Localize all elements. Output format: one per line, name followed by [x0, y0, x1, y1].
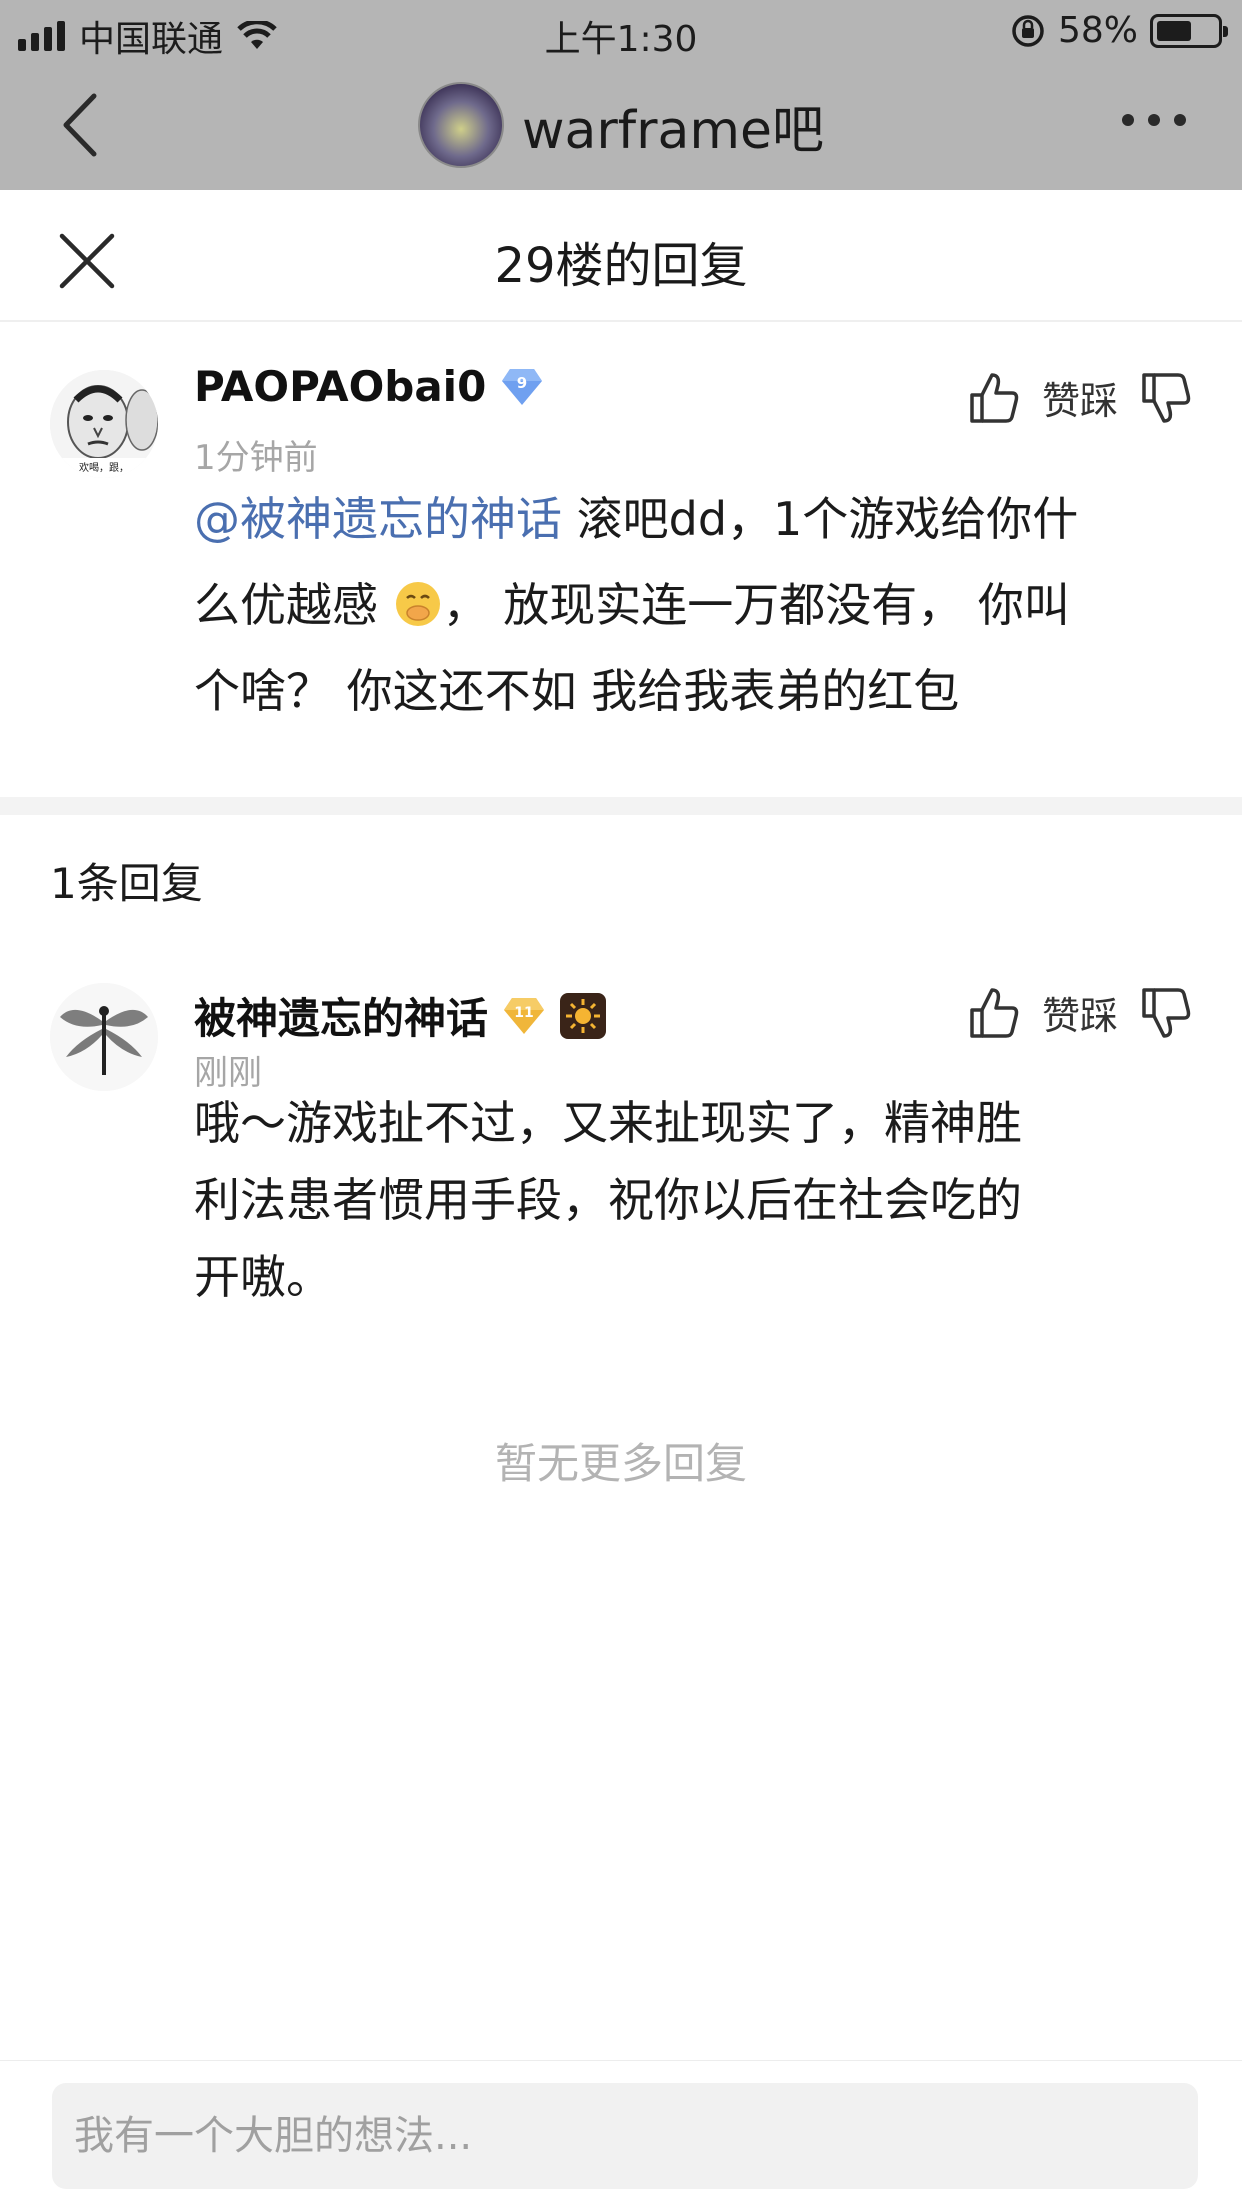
rotation-lock-icon [1012, 14, 1044, 47]
vote-actions: 赞踩 [968, 985, 1192, 1040]
status-bar: 中国联通 上午1:30 58% [0, 0, 1242, 62]
status-right: 58% [1010, 10, 1228, 51]
reply-content-line-2: 利法患者惯用手段，祝你以后在社会吃的 [194, 1173, 1022, 1227]
meme-face-icon: 欢喝，跟， [50, 370, 158, 478]
svg-text:11: 11 [514, 1005, 533, 1021]
vote-label: 赞踩 [1041, 994, 1118, 1038]
mention-link[interactable]: @被神遗忘的神话 [194, 492, 562, 546]
sheet-header: 29楼的回复 [0, 190, 1242, 322]
forum-title: warframe吧 [522, 100, 824, 161]
post-content: @被神遗忘的神话 滚吧dd，1个游戏给你什 么优越感 ， 放现实连一万都没有， … [194, 356, 1192, 734]
post-content-line-3: 个啥？ 你这还不如 我给我表弟的红包 [194, 664, 960, 718]
avatar[interactable] [50, 983, 158, 1091]
battery-fill [1157, 20, 1191, 41]
avatar[interactable]: 欢喝，跟， [50, 370, 158, 478]
post-content-line-2: 么优越感 ， 放现实连一万都没有， 你叫 [194, 578, 1070, 632]
bottom-bar [0, 2060, 1242, 2208]
more-options-icon[interactable] [1122, 114, 1186, 126]
post-content-line-1: @被神遗忘的神话 滚吧dd，1个游戏给你什 [194, 492, 1079, 546]
section-divider [0, 797, 1242, 815]
level-badge: 11 [502, 996, 546, 1036]
svg-text:欢喝，跟，: 欢喝，跟， [79, 461, 129, 474]
thumbs-down-icon[interactable] [1140, 986, 1192, 1040]
reply-username[interactable]: 被神遗忘的神话 [194, 985, 488, 1046]
reply-content-line-3: 开嗷。 [194, 1250, 332, 1304]
reply-item: 被神遗忘的神话 11 刚刚 赞踩 哦～游戏扯不过，又来扯现实了，精神胜 利法患者… [0, 965, 1242, 1365]
reply-content: 哦～游戏扯不过，又来扯现实了，精神胜 利法患者惯用手段，祝你以后在社会吃的 开嗷… [194, 1085, 1192, 1316]
no-more-replies: 暂无更多回复 [494, 1439, 747, 1488]
dragonfly-icon [50, 983, 158, 1091]
sun-medal-icon [560, 992, 607, 1039]
nav-title-group[interactable]: warframe吧 [0, 82, 1242, 168]
reply-count: 1条回复 [50, 859, 203, 908]
thumbs-up-icon[interactable] [968, 986, 1020, 1040]
sheet-title: 29楼的回复 [494, 238, 748, 294]
reply-username-row: 被神遗忘的神话 11 [194, 985, 607, 1046]
nav-bar: warframe吧 [0, 62, 1242, 190]
reply-content-line-1: 哦～游戏扯不过，又来扯现实了，精神胜 [194, 1096, 1022, 1150]
battery-icon [1150, 13, 1228, 48]
main-post: 欢喝，跟， PAOPAObai0 9 1分钟前 赞踩 @被神遗忘的神话 滚吧dd… [0, 322, 1242, 797]
battery-percent: 58% [1057, 10, 1138, 51]
forum-avatar [418, 82, 504, 168]
reply-input[interactable] [52, 2083, 1198, 2189]
covering-mouth-emoji-icon [395, 582, 440, 626]
